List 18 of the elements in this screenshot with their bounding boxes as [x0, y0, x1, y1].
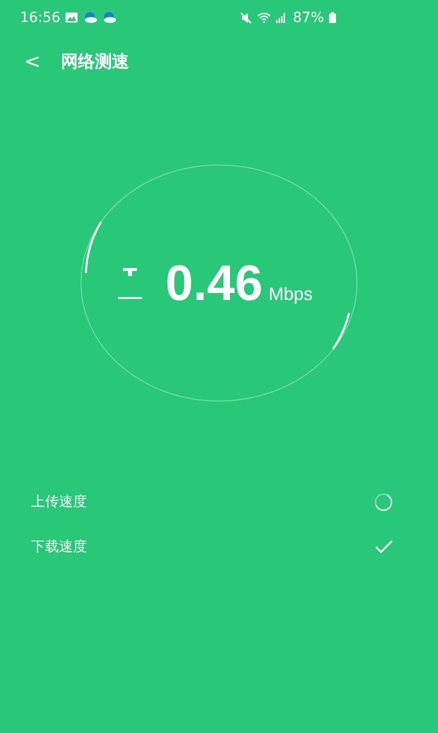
battery-icon: [329, 12, 336, 23]
page-title: 网络测速: [60, 50, 129, 72]
cloud-icon: [83, 12, 98, 23]
checkmark-icon: [375, 540, 393, 554]
cloud-icon: [102, 12, 116, 23]
mute-icon: [240, 12, 252, 24]
test-label: 上传速度: [31, 492, 87, 510]
speed-value: 0.46: [165, 254, 263, 312]
signal-icon: [276, 12, 286, 22]
back-button[interactable]: <: [20, 49, 45, 73]
loading-spinner-icon: [373, 492, 393, 512]
status-time: 16:56: [20, 10, 60, 26]
upload-icon: [117, 267, 144, 299]
battery-percent: 87%: [292, 10, 324, 26]
wifi-icon: [256, 12, 271, 23]
image-icon: [65, 12, 78, 23]
test-label: 下载速度: [31, 538, 87, 556]
speed-unit: Mbps: [268, 284, 313, 304]
